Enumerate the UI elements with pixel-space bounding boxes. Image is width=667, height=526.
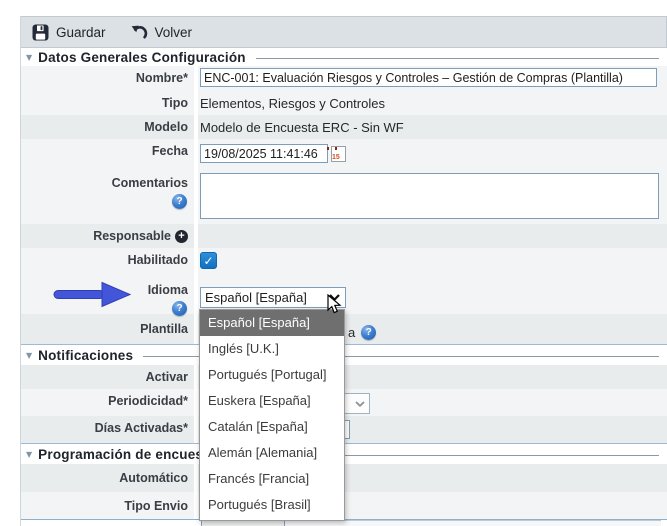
fecha-input[interactable] <box>200 144 328 163</box>
dropdown-option[interactable]: Francés [Francia] <box>200 466 344 492</box>
mouse-cursor <box>327 294 342 315</box>
habilitado-value-cell: ✓ <box>194 248 667 275</box>
dropdown-option[interactable]: Portugués [Brasil] <box>200 492 344 518</box>
nombre-input[interactable] <box>200 68 657 87</box>
tipo-envio-label: Tipo Envio <box>21 492 194 519</box>
collapse-triangle-icon[interactable]: ▼ <box>26 53 32 62</box>
row-habilitado: Habilitado ✓ <box>21 248 667 275</box>
toolbar: Guardar Volver <box>21 16 667 48</box>
tipo-label: Tipo <box>21 91 194 115</box>
responsable-label: Responsable <box>93 229 171 244</box>
idioma-dropdown-list: Español [España]Inglés [U.K.]Portugués [… <box>199 309 345 521</box>
section-rule <box>256 58 659 59</box>
comentarios-label: Comentarios <box>112 176 188 191</box>
add-responsable-icon[interactable]: + <box>175 230 188 243</box>
dropdown-option[interactable]: Catalán [España] <box>200 414 344 440</box>
periodicidad-label: Periodicidad* <box>21 389 194 416</box>
chevron-down-icon <box>355 401 365 407</box>
plantilla-partial-text: a <box>348 325 355 340</box>
fecha-label: Fecha <box>21 139 194 171</box>
row-fecha: Fecha 15 <box>21 139 667 171</box>
nombre-value-cell <box>194 66 667 91</box>
section-general-title: Datos Generales Configuración <box>38 50 246 65</box>
idioma-select[interactable]: Español [España] <box>200 287 346 308</box>
activar-label: Activar <box>21 365 194 389</box>
save-floppy-icon <box>32 24 49 41</box>
habilitado-checkbox[interactable]: ✓ <box>200 252 217 269</box>
responsable-value-cell <box>194 224 667 248</box>
row-nombre: Nombre* <box>21 66 667 91</box>
idioma-selected-value: Español [España] <box>205 290 307 305</box>
plantilla-label: Plantilla <box>21 314 194 344</box>
collapse-triangle-icon[interactable]: ▼ <box>26 351 32 360</box>
dropdown-option[interactable]: Alemán [Alemania] <box>200 440 344 466</box>
section-scheduling-title: Programación de encuestas <box>38 447 223 462</box>
row-comentarios: Comentarios ? <box>21 171 667 224</box>
row-responsable: Responsable + <box>21 224 667 248</box>
automatico-label: Automático <box>21 464 194 492</box>
section-notifications-title: Notificaciones <box>38 348 133 363</box>
plantilla-help-icon[interactable]: ? <box>361 325 376 340</box>
dias-activadas-label: Días Activadas* <box>21 416 194 443</box>
comentarios-textarea[interactable] <box>200 173 659 219</box>
habilitado-label: Habilitado <box>21 248 194 275</box>
fecha-value-cell: 15 <box>194 139 667 171</box>
comentarios-help-icon[interactable]: ? <box>172 194 187 209</box>
dropdown-option[interactable]: Español [España] <box>200 310 344 336</box>
save-button-label: Guardar <box>56 25 106 40</box>
modelo-value-cell: Modelo de Encuesta ERC - Sin WF <box>194 115 667 139</box>
back-button[interactable]: Volver <box>130 24 193 41</box>
idioma-label: Idioma <box>148 280 188 298</box>
dropdown-option[interactable]: Euskera [España] <box>200 388 344 414</box>
back-button-label: Volver <box>155 25 193 40</box>
save-button[interactable]: Guardar <box>32 24 106 41</box>
modelo-value: Modelo de Encuesta ERC - Sin WF <box>200 115 667 135</box>
modelo-label: Modelo <box>21 115 194 139</box>
calendar-icon[interactable]: 15 <box>331 146 346 162</box>
responsable-label-cell: Responsable + <box>21 224 194 248</box>
comentarios-label-cell: Comentarios ? <box>21 171 194 224</box>
collapse-triangle-icon[interactable]: ▼ <box>26 450 32 459</box>
comentarios-value-cell <box>194 171 667 224</box>
tipo-value-cell: Elementos, Riesgos y Controles <box>194 91 667 115</box>
dropdown-option[interactable]: Portugués [Portugal] <box>200 362 344 388</box>
dropdown-option[interactable]: Inglés [U.K.] <box>200 336 344 362</box>
nombre-label: Nombre* <box>21 66 194 91</box>
section-general-header: ▼ Datos Generales Configuración <box>21 48 667 66</box>
back-undo-icon <box>130 24 148 41</box>
row-tipo: Tipo Elementos, Riesgos y Controles <box>21 91 667 115</box>
row-modelo: Modelo Modelo de Encuesta ERC - Sin WF <box>21 115 667 139</box>
annotation-arrow-icon <box>52 281 132 308</box>
tipo-value: Elementos, Riesgos y Controles <box>200 91 667 111</box>
